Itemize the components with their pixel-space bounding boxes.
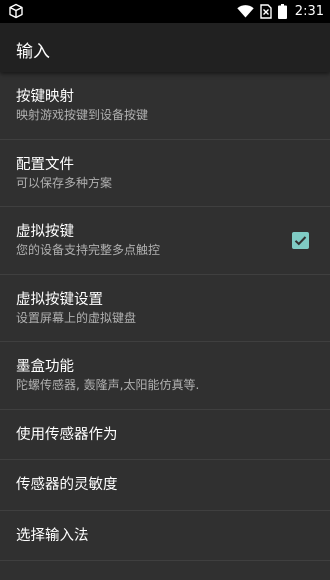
wifi-icon: [237, 5, 254, 18]
setting-use-sensor[interactable]: 使用传感器作为: [0, 410, 330, 460]
setting-summary: 陀螺传感器, 轰隆声,太阳能仿真等.: [16, 378, 200, 392]
setting-summary: 可以保存多种方案: [16, 175, 113, 190]
setting-title: 选择输入法: [16, 527, 89, 544]
setting-input-method[interactable]: 选择输入法: [0, 511, 330, 561]
setting-summary: 设置屏幕上的虚拟键盘: [16, 310, 137, 325]
setting-summary: 映射游戏按键到设备按键: [16, 108, 149, 122]
setting-title: 墨盒功能: [16, 359, 74, 375]
status-bar: 2:31: [0, 0, 330, 23]
setting-title: 虚拟按键: [16, 224, 74, 240]
setting-virtual-keys[interactable]: 虚拟按键 您的设备支持完整多点触控: [0, 207, 330, 275]
cube-icon: [9, 3, 23, 19]
setting-virtual-keys-settings[interactable]: 虚拟按键设置 设置屏幕上的虚拟键盘: [0, 275, 330, 342]
status-time: 2:31: [294, 4, 324, 19]
setting-title: 虚拟按键设置: [16, 291, 103, 308]
virtual-keys-checkbox[interactable]: [292, 232, 309, 249]
app-bar: 输入: [0, 23, 330, 72]
battery-icon: [277, 4, 287, 19]
setting-title: 传感器的灵敏度: [16, 477, 118, 493]
setting-sensor-sensitivity[interactable]: 传感器的灵敏度: [0, 460, 330, 511]
settings-list: 按键映射 映射游戏按键到设备按键 配置文件 可以保存多种方案 虚拟按键 您的设备…: [0, 72, 330, 561]
setting-title: 按键映射: [16, 89, 74, 105]
setting-summary: 您的设备支持完整多点触控: [16, 243, 161, 257]
setting-key-mapping[interactable]: 按键映射 映射游戏按键到设备按键: [0, 72, 330, 140]
page-title: 输入: [16, 42, 50, 62]
sim-icon: [260, 4, 272, 19]
setting-title: 使用传感器作为: [16, 426, 118, 443]
check-icon: [294, 236, 307, 246]
setting-profiles[interactable]: 配置文件 可以保存多种方案: [0, 140, 330, 207]
setting-cartridge[interactable]: 墨盒功能 陀螺传感器, 轰隆声,太阳能仿真等.: [0, 342, 330, 410]
setting-title: 配置文件: [16, 156, 74, 173]
